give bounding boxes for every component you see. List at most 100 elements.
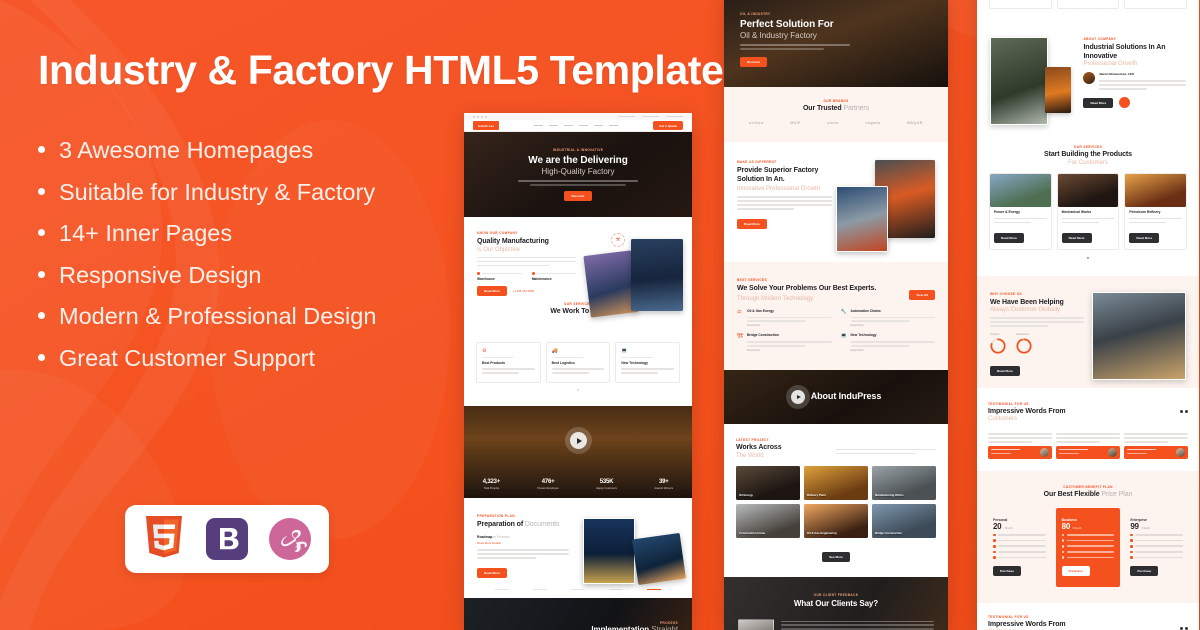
project-card[interactable]: Manufacturing Works [872, 465, 936, 500]
partner-logo: oneto [827, 120, 839, 125]
about-contact[interactable]: +1 256 254 2569 [513, 289, 534, 293]
works-see-more-button[interactable]: See More [822, 551, 850, 562]
play-button[interactable] [790, 389, 805, 404]
topbar-info [618, 115, 683, 118]
testimonial-card[interactable] [988, 429, 1052, 459]
mock2-partners: Our Brands Our Trusted Partners airflow … [724, 87, 948, 142]
stats-row: 4,323+ Total Projects 476+ Present Emplo… [464, 479, 692, 490]
mock1-navbar[interactable]: InduPress Get A Quote [464, 120, 692, 132]
list-item: Responsive Design [38, 263, 470, 288]
play-button[interactable] [569, 432, 587, 450]
service-item[interactable]: ⚖ Oil & Gas Energy Read More [737, 309, 832, 327]
about-subtitle: Professional Growth [1083, 61, 1138, 68]
helping-read-more-button[interactable]: Read More [990, 366, 1020, 376]
about-read-more-button[interactable]: Read More [737, 219, 767, 230]
pricing-plan-featured[interactable]: Business 80 / Month Purchase [1055, 507, 1121, 587]
stat-item: 535K Happy Customers [596, 479, 617, 490]
donut-chart-icon [1016, 338, 1032, 354]
partners-title: Our Trusted Partners [802, 105, 870, 112]
brand-logo[interactable]: InduPress [473, 120, 500, 131]
info-card[interactable] [989, 0, 1052, 9]
about-subtitle: Is Our Objective [477, 246, 521, 253]
prep-sub-light: In Process [493, 535, 510, 540]
testimonial-card[interactable] [1124, 429, 1188, 459]
solutions-title: We Solve Your Problems Our Best Experts. [737, 284, 877, 292]
works-eyebrow: Latest Project [736, 437, 769, 442]
mock2-video[interactable]: About InduPress [724, 369, 948, 424]
service-item[interactable]: 🏗 Bridge Construction Read More [737, 333, 832, 352]
hero-subtitle: High-Quality Factory [541, 167, 615, 177]
bullet-icon [38, 229, 45, 237]
project-card[interactable]: Oil & Gas Engineering [804, 503, 868, 538]
project-card[interactable]: Oil Energy [736, 465, 800, 500]
carousel-dots[interactable] [1179, 409, 1188, 413]
service-card[interactable]: ⚙ Best Products [476, 342, 541, 384]
pricing-title: Our Best Flexible Price Plan [1043, 491, 1133, 498]
project-card[interactable]: Refinery Plant [804, 465, 868, 500]
page-title: Industry & Factory HTML5 Template [38, 47, 724, 93]
about-read-more-button[interactable]: Read More [477, 286, 507, 297]
progress-meters: Projects Satisfaction [990, 333, 1084, 359]
solutions-view-all-button[interactable]: View All [909, 289, 935, 300]
testimonial-photo [738, 618, 774, 630]
hero-subtitle: Oil & Industry Factory [740, 31, 817, 41]
about-subtitle: Innovative Professional Growth [737, 186, 821, 193]
about-title: Quality Manufacturing [477, 238, 549, 245]
project-card[interactable]: Bridge Construction [872, 503, 936, 538]
mockup-homepage-1[interactable]: InduPress Get A Quote Industrial & Innov… [464, 113, 692, 630]
engineer-photo [1092, 291, 1186, 380]
project-grid: Oil Energy Refinery Plant Manufacturing … [724, 465, 948, 538]
pricing-plan[interactable]: Personal 20 / Month Purchase [987, 511, 1052, 584]
about-person: Mariot Mohammed, CEO [1099, 72, 1135, 77]
video-title: About InduPress [810, 391, 882, 402]
avatar [1083, 72, 1096, 85]
feature-label: Suitable for Industry & Factory [59, 178, 376, 205]
pricing-plan[interactable]: Enterprise 99 / Month Purchase [1124, 511, 1189, 584]
nav-cta-button[interactable]: Get A Quote [653, 120, 683, 131]
carousel-dots[interactable] [1179, 626, 1188, 630]
prep-title: Preparation of Documents [477, 521, 560, 529]
info-card[interactable] [1056, 0, 1120, 9]
products-subtitle: For Customers [1068, 159, 1108, 166]
bullet-icon [38, 270, 45, 278]
product-card[interactable]: Petroleum Refinery Read More [1124, 172, 1188, 250]
mockup-homepage-3[interactable]: About Company Industrial Solutions In An… [977, 0, 1199, 630]
mock2-hero: Oil & Industry Perfect Solution For Oil … [724, 0, 948, 87]
stat-item: 39+ Awards Winners [654, 479, 674, 490]
list-item: Great Customer Support [38, 346, 470, 371]
mock1-topbar [464, 113, 692, 120]
product-card[interactable]: Mechanical Works Read More [1056, 172, 1120, 250]
partner-logo: airflow [749, 120, 764, 125]
mockup-homepage-2[interactable]: Oil & Industry Perfect Solution For Oil … [724, 0, 948, 630]
feature-label: 3 Awesome Homepages [59, 137, 314, 164]
hero-cta-button[interactable]: Discover [740, 57, 768, 68]
service-item[interactable]: 🔧 Automation Chains Read More [841, 309, 935, 327]
list-item: 3 Awesome Homepages [38, 139, 470, 163]
partners-eyebrow: Our Brands [823, 99, 849, 103]
project-card[interactable]: Construction Crane [736, 503, 800, 538]
about-title: Industrial Solutions In An Innovative [1083, 43, 1166, 60]
products-eyebrow: Our Services [1073, 144, 1103, 149]
helping-subtitle: Always Customer Globally [990, 307, 1061, 314]
mock1-preparation: Preparation Plan Preparation of Document… [464, 498, 692, 599]
pricing-eyebrow: Customer Benefit Plan [1063, 485, 1113, 489]
product-card[interactable]: Power & Energy Read More [989, 172, 1052, 250]
service-card[interactable]: 💻 New Technology [615, 342, 681, 384]
nav-menu[interactable] [534, 124, 619, 127]
service-item[interactable]: 💻 New Technology Read More [841, 333, 935, 352]
info-card[interactable] [1124, 0, 1188, 9]
service-card[interactable]: 🚚 Best Logistics [545, 342, 611, 384]
bullet-icon [38, 146, 45, 154]
mock3-helping: Why Choose Us We Have Been Helping Alway… [977, 275, 1199, 388]
mock3-products: Our Services Start Building the Products… [977, 132, 1199, 276]
play-circle-icon[interactable] [1119, 97, 1131, 109]
prep-read-more-button[interactable]: Read More [477, 567, 507, 578]
service-grid: ⚖ Oil & Gas Energy Read More 🔧 Automatio… [737, 309, 935, 352]
partner-logo: vogada [865, 120, 881, 125]
testimonial-card[interactable] [1056, 429, 1120, 459]
about-read-more-button[interactable]: Read More [1083, 97, 1114, 108]
hero-cta-button[interactable]: Discover [564, 191, 592, 202]
about-body [477, 256, 577, 267]
prep-link[interactable]: Read More Details [477, 541, 569, 545]
products-title: Start Building the Products [1044, 150, 1132, 158]
